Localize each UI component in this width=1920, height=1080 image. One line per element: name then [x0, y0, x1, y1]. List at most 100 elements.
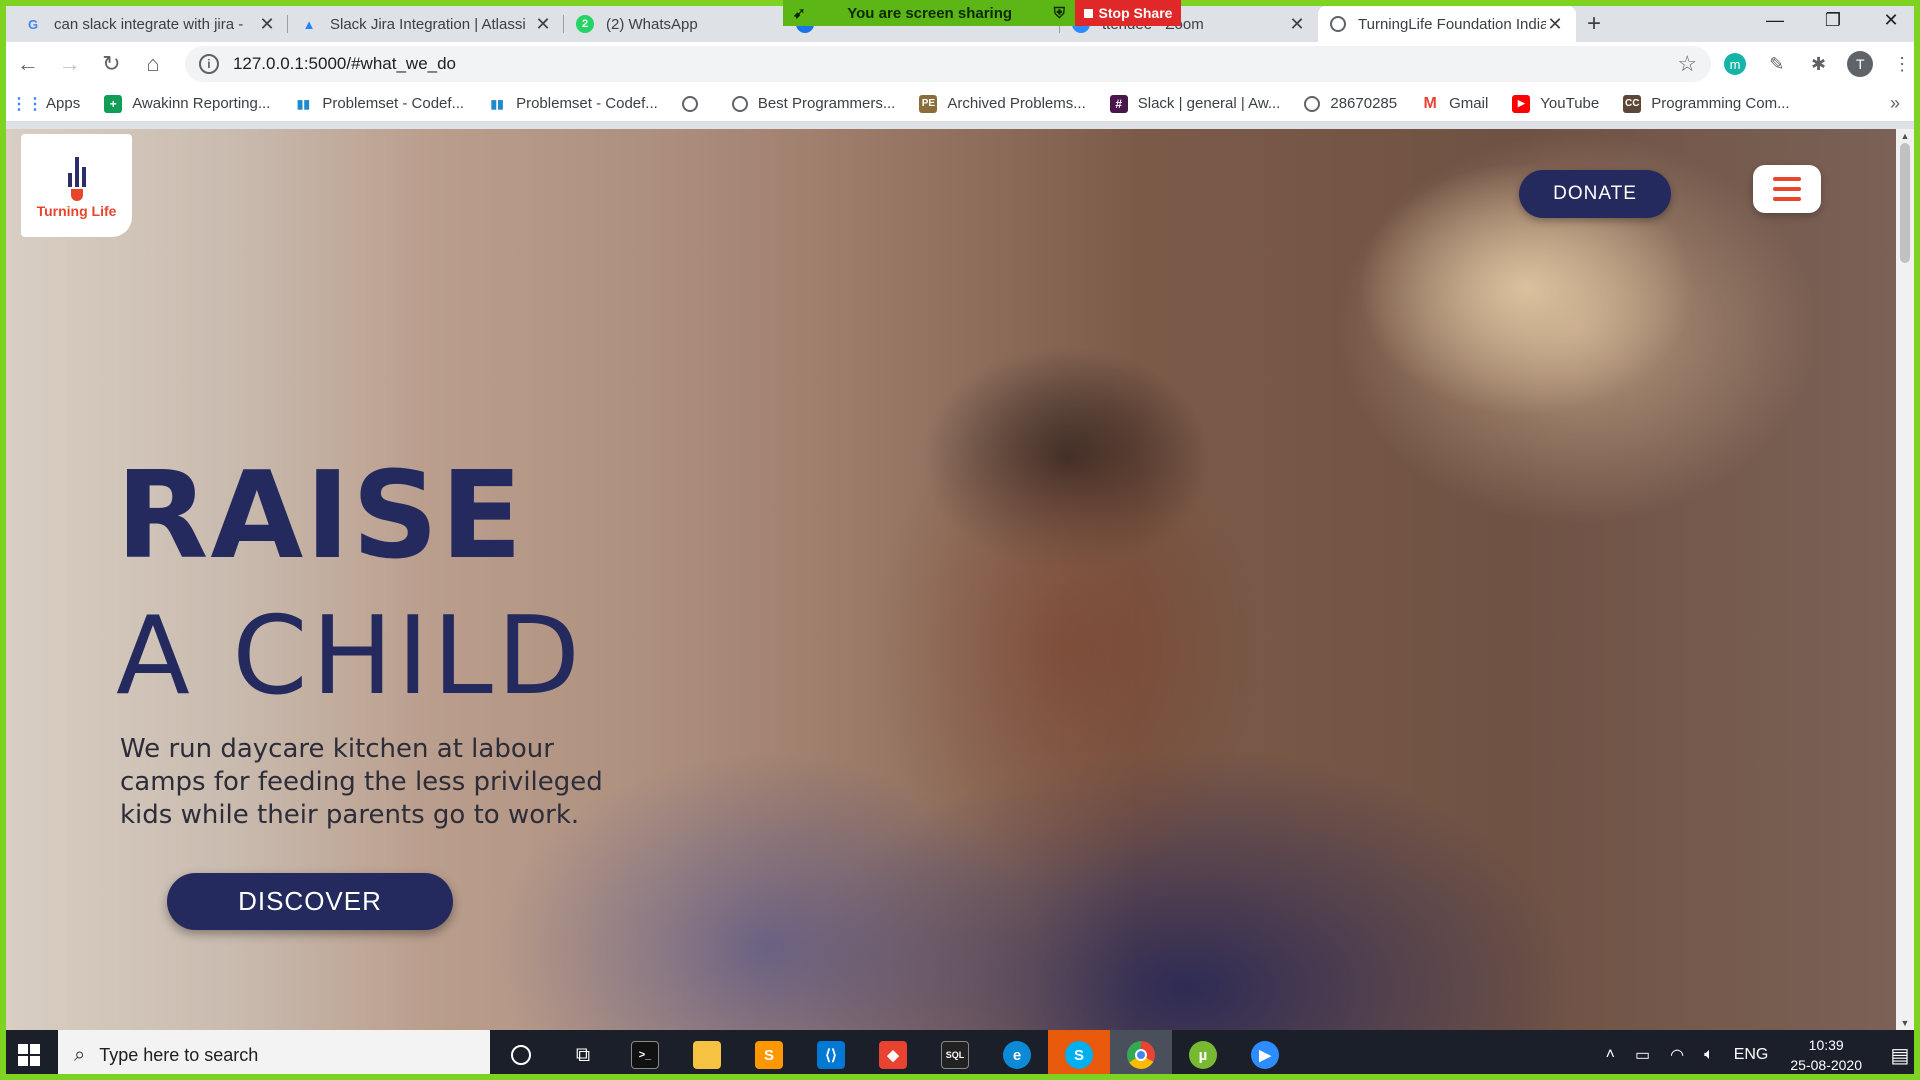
bookmark-item[interactable]: # Slack | general | Aw...	[1109, 94, 1280, 113]
address-bar[interactable]: i 127.0.0.1:5000/#what_we_do ☆	[184, 46, 1712, 82]
bookmark-item[interactable]: CC Programming Com...	[1623, 94, 1790, 113]
browser-toolbar: ← → ↻ ⌂ i 127.0.0.1:5000/#what_we_do ☆ m…	[0, 42, 1920, 86]
bookmark-item[interactable]: ▮▮ Problemset - Codef...	[488, 95, 657, 113]
codeforces-icon: ▮▮	[490, 96, 504, 111]
clock-date: 25-08-2020	[1790, 1057, 1862, 1073]
page-scrollbar[interactable]: ▲ ▼	[1896, 129, 1914, 1030]
bookmark-star-icon[interactable]: ☆	[1677, 51, 1697, 77]
browser-tab[interactable]: G can slack integrate with jira - ✕	[12, 6, 288, 42]
url-text: 127.0.0.1:5000/#what_we_do	[232, 54, 457, 73]
scroll-up-icon[interactable]: ▲	[1896, 131, 1914, 141]
volume-icon[interactable]: 🔈︎	[1704, 1046, 1714, 1064]
discover-button[interactable]: DISCOVER	[167, 873, 453, 930]
terminal-icon[interactable]: >_	[614, 1030, 676, 1080]
close-icon[interactable]: ✕	[1288, 14, 1306, 35]
site-logo[interactable]: Turning Life	[21, 134, 132, 237]
atlassian-icon: ▲	[302, 16, 316, 32]
task-view-icon[interactable]: ⧉	[552, 1030, 614, 1080]
forward-button[interactable]: →	[50, 44, 90, 84]
hero-tagline: We run daycare kitchen at labour camps f…	[120, 734, 603, 830]
windows-taskbar: ⌕ Type here to search ⧉ >_ S ⟨⟩ ◆ SQL e …	[0, 1030, 1920, 1080]
tab-title: (2) WhatsApp	[606, 15, 698, 33]
search-placeholder: Type here to search	[99, 1044, 259, 1065]
kebab-menu-icon[interactable]: ⋮	[1884, 46, 1920, 82]
close-icon[interactable]: ✕	[1546, 14, 1564, 35]
browser-tab[interactable]: ▲ Slack Jira Integration | Atlassi ✕	[288, 6, 564, 42]
chrome-icon[interactable]	[1110, 1030, 1172, 1080]
extension-m[interactable]: m	[1717, 46, 1753, 82]
close-icon[interactable]: ✕	[534, 14, 552, 35]
scrollbar-thumb[interactable]	[1900, 143, 1910, 263]
info-icon[interactable]: i	[198, 54, 219, 74]
donate-button[interactable]: DONATE	[1519, 170, 1671, 218]
restore-button[interactable]: ❐	[1804, 0, 1862, 40]
chevron-up-icon[interactable]: ˄	[1606, 1046, 1615, 1064]
tab-title: TurningLife Foundation India	[1358, 15, 1546, 33]
stop-share-button[interactable]: Stop Share	[1075, 0, 1181, 26]
edge-icon[interactable]: e	[986, 1030, 1048, 1080]
screen-share-banner: ➹ You are screen sharing ⛨ Stop Share	[783, 0, 1181, 26]
close-window-button[interactable]: ✕	[1862, 0, 1920, 40]
cc-icon: CC	[1623, 94, 1642, 113]
bookmark-item[interactable]: ▶ YouTube	[1512, 94, 1600, 113]
logo-flame-icon	[70, 189, 83, 201]
back-button[interactable]: ←	[8, 44, 48, 84]
chevron-right-icon[interactable]: »	[1890, 93, 1900, 114]
minimize-button[interactable]: —	[1746, 0, 1804, 40]
bookmarks-bar: ⋮⋮ Apps + Awakinn Reporting... ▮▮ Proble…	[0, 86, 1920, 122]
google-icon: G	[27, 16, 39, 32]
vscode-icon[interactable]: ⟨⟩	[800, 1030, 862, 1080]
browser-tab-active[interactable]: TurningLife Foundation India ✕	[1318, 6, 1576, 42]
clock[interactable]: 10:39 25-08-2020	[1790, 1035, 1862, 1075]
cortana-icon[interactable]	[490, 1030, 552, 1080]
mysql-icon[interactable]: SQL	[924, 1030, 986, 1080]
hamburger-menu-icon[interactable]	[1753, 165, 1821, 213]
new-tab-button[interactable]: +	[1576, 6, 1612, 42]
bookmark-label: Apps	[46, 95, 81, 112]
headline-line-2: A CHILD	[116, 594, 585, 719]
globe-icon	[681, 95, 698, 112]
sublime-text-icon[interactable]: S	[738, 1030, 800, 1080]
youtube-icon: ▶	[1512, 94, 1531, 113]
notification-icon[interactable]: ▤	[1880, 1043, 1920, 1068]
bookmark-label: YouTube	[1540, 95, 1600, 112]
logo-bars-icon	[67, 153, 86, 187]
bookmark-item[interactable]: PE Archived Problems...	[919, 94, 1086, 113]
bookmark-item[interactable]: 28670285	[1304, 95, 1397, 112]
share-status: ➹ You are screen sharing ⛨	[783, 0, 1075, 26]
scroll-down-icon[interactable]: ▼	[1896, 1018, 1914, 1028]
apps-grid-icon: ⋮⋮	[11, 95, 43, 113]
window-controls: — ❐ ✕	[1746, 0, 1920, 40]
share-arrow-icon: ➹	[793, 5, 806, 22]
bookmark-item[interactable]: ▮▮ Problemset - Codef...	[294, 95, 464, 113]
reload-button[interactable]: ↻	[91, 44, 131, 84]
browser-tab[interactable]: 2 (2) WhatsApp	[564, 6, 784, 42]
bookmark-item[interactable]: M Gmail	[1421, 95, 1488, 113]
battery-icon[interactable]: ▭	[1635, 1045, 1650, 1065]
home-button[interactable]: ⌂	[133, 44, 173, 84]
profile-button[interactable]: T	[1842, 46, 1878, 82]
bookmark-item[interactable]: + Awakinn Reporting...	[104, 94, 270, 113]
webpage-hero: Turning Life DONATE RAISE A CHILD We run…	[6, 129, 1896, 1030]
slack-icon: #	[1109, 94, 1128, 113]
bookmark-item[interactable]	[681, 95, 708, 112]
close-icon[interactable]: ✕	[258, 14, 276, 35]
puzzle-icon[interactable]: ✱	[1801, 46, 1837, 82]
language-indicator[interactable]: ENG	[1734, 1046, 1769, 1064]
taskbar-search[interactable]: ⌕ Type here to search	[58, 1030, 490, 1080]
git-icon[interactable]: ◆	[862, 1030, 924, 1080]
tab-title: can slack integrate with jira -	[54, 15, 244, 33]
eyedropper-icon[interactable]: ✎	[1759, 46, 1795, 82]
bookmark-item[interactable]: Best Programmers...	[731, 95, 895, 112]
utorrent-icon[interactable]: µ	[1172, 1030, 1234, 1080]
skype-icon[interactable]: S	[1048, 1030, 1110, 1080]
bookmark-apps[interactable]: ⋮⋮ Apps	[11, 95, 81, 113]
zoom-icon[interactable]: ▶	[1234, 1030, 1296, 1080]
wifi-icon[interactable]: ◠	[1670, 1045, 1684, 1065]
file-explorer-icon[interactable]	[676, 1030, 738, 1080]
start-button[interactable]	[0, 1030, 58, 1080]
globe-icon	[731, 95, 748, 112]
whatsapp-icon: 2	[576, 15, 594, 33]
bookmark-label: Problemset - Codef...	[322, 95, 465, 112]
logo-text: Turning Life	[36, 203, 117, 219]
